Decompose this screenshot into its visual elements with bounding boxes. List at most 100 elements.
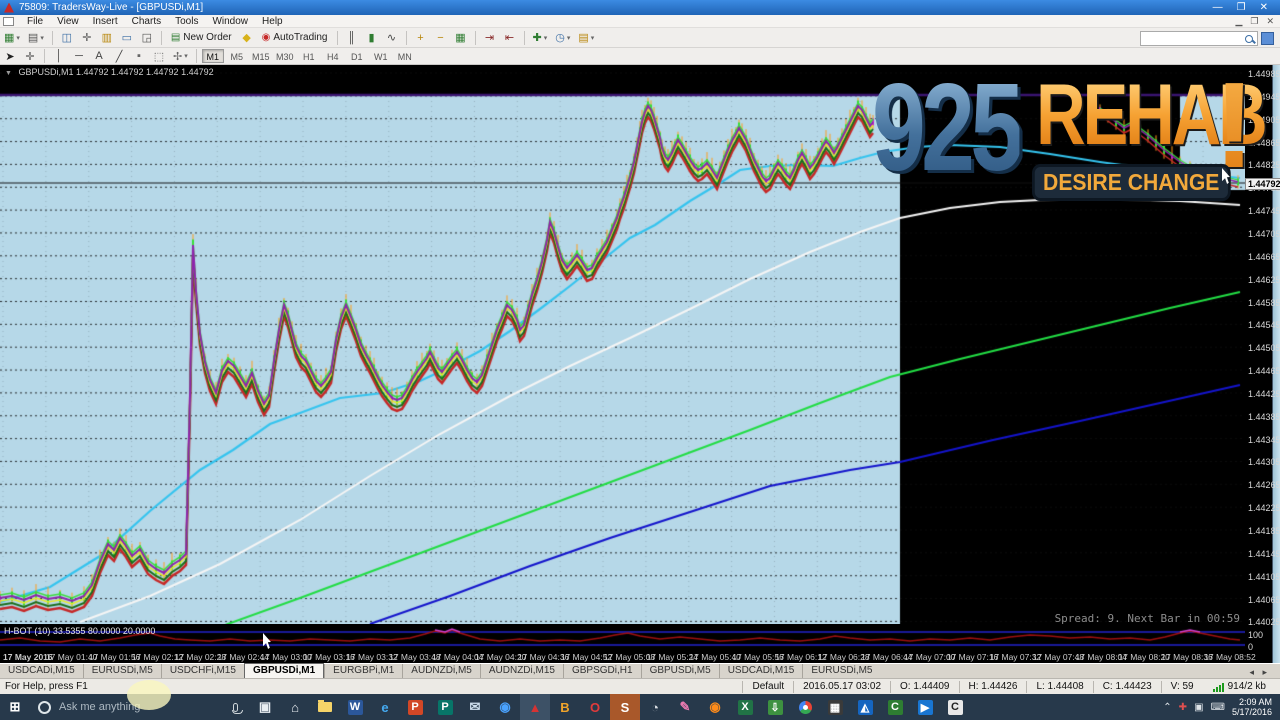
microphone-icon[interactable] xyxy=(220,694,250,720)
chart-tab-gbpusdi-m5[interactable]: GBPUSDi,M5 xyxy=(640,664,719,678)
doc-minimize-button[interactable]: ▁ xyxy=(1235,16,1242,27)
timeframe-m5-button[interactable]: M5 xyxy=(226,49,248,63)
mql-icon[interactable]: ◆ xyxy=(238,30,256,46)
menu-file[interactable]: File xyxy=(20,15,50,28)
movies-icon[interactable]: ▶ xyxy=(910,694,940,720)
chart-tab-gbpsgdi-h1[interactable]: GBPSGDi,H1 xyxy=(562,664,641,678)
hline-tool-icon[interactable]: ─ xyxy=(70,48,88,64)
firefox-icon[interactable]: ◉ xyxy=(700,694,730,720)
vline-tool-icon[interactable]: │ xyxy=(50,48,68,64)
chart-tab-usdcadi-m15[interactable]: USDCADi,M15 xyxy=(718,664,803,678)
skype-icon[interactable]: S xyxy=(610,694,640,720)
shape-tool-icon[interactable]: ▪ xyxy=(130,48,148,64)
crosshair-tool-icon[interactable]: ✛ xyxy=(21,48,39,64)
chart-tab-usdchfi-m15[interactable]: USDCHFi,M15 xyxy=(160,664,244,678)
publisher-icon[interactable]: P xyxy=(430,694,460,720)
menu-charts[interactable]: Charts xyxy=(125,15,168,28)
time-axis[interactable]: 17 May 2016 17 May 01:40 17 May 01:56 17 Ma… xyxy=(0,650,1256,663)
zoom-out-icon[interactable]: − xyxy=(432,30,450,46)
timeframe-m30-button[interactable]: M30 xyxy=(274,49,296,63)
search-icon[interactable] xyxy=(1245,34,1253,43)
chat-tray-icon[interactable]: ▣ xyxy=(1194,702,1203,713)
excel-icon[interactable]: X xyxy=(730,694,760,720)
word-icon[interactable]: W xyxy=(340,694,370,720)
navigator-icon[interactable]: ▥ xyxy=(98,30,116,46)
auto-scroll-icon[interactable]: ⇥ xyxy=(481,30,499,46)
timeframe-mn-button[interactable]: MN xyxy=(394,49,416,63)
maximize-button[interactable]: ❐ xyxy=(1237,2,1246,13)
photos-icon[interactable]: ◭ xyxy=(850,694,880,720)
timeframe-w1-button[interactable]: W1 xyxy=(370,49,392,63)
terminal-icon[interactable]: ▭ xyxy=(118,30,136,46)
indicators-icon[interactable]: ✚ xyxy=(530,30,551,46)
mail-icon[interactable]: ✉ xyxy=(460,694,490,720)
chart-tab-usdcadi-m15[interactable]: USDCADi,M15 xyxy=(0,664,83,678)
start-button[interactable]: ⊞ xyxy=(0,694,30,720)
candle-chart-icon[interactable]: ▮ xyxy=(363,30,381,46)
timeframe-h1-button[interactable]: H1 xyxy=(298,49,320,63)
tile-windows-icon[interactable]: ▦ xyxy=(452,30,470,46)
keyboard-tray-icon[interactable]: ⌨ xyxy=(1211,702,1225,713)
b-app-icon[interactable]: B xyxy=(550,694,580,720)
bar-chart-icon[interactable]: ║ xyxy=(343,30,361,46)
timeframe-h4-button[interactable]: H4 xyxy=(322,49,344,63)
powerpoint-icon[interactable]: P xyxy=(400,694,430,720)
search-go-button[interactable] xyxy=(1261,32,1274,45)
timeframe-d1-button[interactable]: D1 xyxy=(346,49,368,63)
menu-insert[interactable]: Insert xyxy=(86,15,125,28)
people-icon[interactable]: ◉ xyxy=(490,694,520,720)
camtasia-icon[interactable]: C xyxy=(880,694,910,720)
menu-view[interactable]: View xyxy=(50,15,86,28)
security-tray-icon[interactable]: ✚ xyxy=(1179,702,1187,713)
trendline-tool-icon[interactable]: ╱ xyxy=(110,48,128,64)
periods-icon[interactable]: ◷ xyxy=(552,30,573,46)
timeframe-m1-button[interactable]: M1 xyxy=(201,49,224,63)
minimize-button[interactable]: — xyxy=(1213,2,1223,13)
line-chart-icon[interactable]: ∿ xyxy=(383,30,401,46)
templates-icon[interactable]: ▤ xyxy=(575,30,597,46)
menu-tools[interactable]: Tools xyxy=(168,15,205,28)
recorder-icon[interactable]: C xyxy=(940,694,970,720)
cursor-tool-icon[interactable]: ➤ xyxy=(1,48,19,64)
idm-icon[interactable]: ⇩ xyxy=(760,694,790,720)
calculator-icon[interactable]: ▦ xyxy=(820,694,850,720)
tester-icon[interactable]: ◲ xyxy=(138,30,156,46)
file-explorer-icon[interactable] xyxy=(310,694,340,720)
chart-tab-eurusdi-m5[interactable]: EURUSDi,M5 xyxy=(802,664,880,678)
tab-scroll-arrows[interactable]: ◂ ▸ xyxy=(1249,667,1280,678)
taskbar-clock[interactable]: 2:09 AM 5/17/2016 xyxy=(1232,697,1272,718)
new-order-button[interactable]: ▤ New Order xyxy=(166,30,237,46)
mt4-icon[interactable]: ▲ xyxy=(520,694,550,720)
chevron-down-icon[interactable]: ▼ xyxy=(5,70,12,77)
task-view-icon[interactable]: ▣ xyxy=(250,694,280,720)
doc-restore-button[interactable]: ❐ xyxy=(1250,16,1258,27)
chart-tab-audnzdi-m5[interactable]: AUDNZDi,M5 xyxy=(402,664,480,678)
chart-tab-eurgbpi-m1[interactable]: EURGBPi,M1 xyxy=(324,664,402,678)
market-watch-icon[interactable]: ◫ xyxy=(58,30,76,46)
edge-icon[interactable]: e xyxy=(370,694,400,720)
compass-icon[interactable]: ◔ xyxy=(640,694,670,720)
store-icon[interactable]: ⌂ xyxy=(280,694,310,720)
status-profile[interactable]: Default xyxy=(742,680,793,693)
search-input[interactable] xyxy=(1141,33,1245,44)
cortana-search[interactable]: Ask me anything xyxy=(30,694,220,720)
price-chart-canvas[interactable] xyxy=(0,66,1245,624)
chart-tab-gbpusdi-m1[interactable]: GBPUSDi,M1 xyxy=(243,663,325,678)
text-tool-icon[interactable]: A xyxy=(90,48,108,64)
timeframe-m15-button[interactable]: M15 xyxy=(250,49,272,63)
chart-tab-audnzdi-m15[interactable]: AUDNZDi,M15 xyxy=(479,664,563,678)
data-window-icon[interactable]: ✛ xyxy=(78,30,96,46)
zoom-in-icon[interactable]: + xyxy=(412,30,430,46)
channel-tool-icon[interactable]: ⬚ xyxy=(150,48,168,64)
chevron-up-icon[interactable]: ⌃ xyxy=(1163,702,1171,713)
opera-icon[interactable]: O xyxy=(580,694,610,720)
chart-shift-icon[interactable]: ⇤ xyxy=(501,30,519,46)
menu-window[interactable]: Window xyxy=(205,15,255,28)
new-chart-icon[interactable]: ▦ xyxy=(1,30,23,46)
chart-tab-eurusdi-m5[interactable]: EURUSDi,M5 xyxy=(82,664,161,678)
doc-close-button[interactable]: ✕ xyxy=(1266,16,1274,27)
close-button[interactable]: ✕ xyxy=(1260,2,1268,13)
hbot-indicator-canvas[interactable] xyxy=(0,625,1245,650)
arrows-tool-icon[interactable]: ✢ xyxy=(170,48,191,64)
menu-help[interactable]: Help xyxy=(255,15,290,28)
